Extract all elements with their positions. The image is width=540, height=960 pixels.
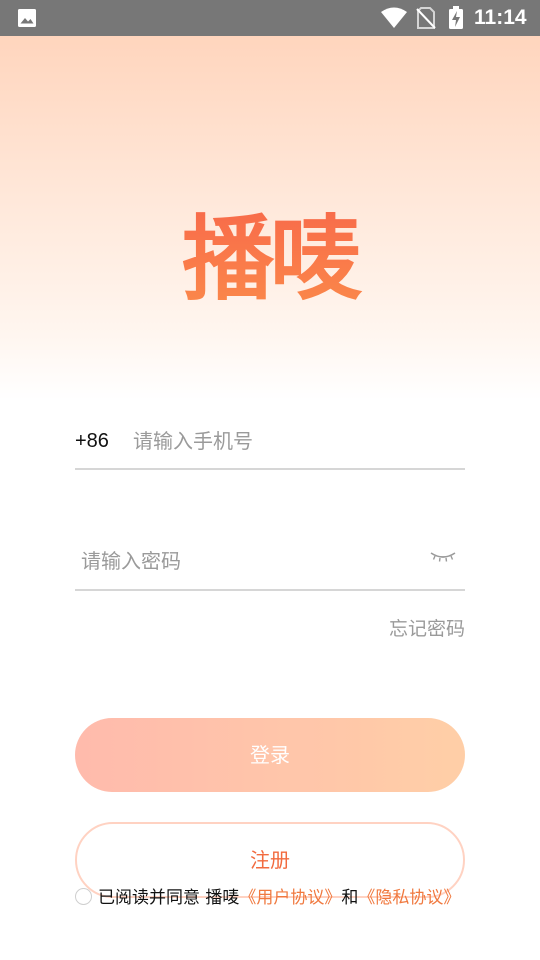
user-agreement-link[interactable]: 《用户协议》 xyxy=(239,888,341,908)
phone-field: +86 xyxy=(75,416,465,470)
photo-icon xyxy=(18,9,36,27)
eye-closed-icon[interactable] xyxy=(429,550,457,564)
login-button[interactable]: 登录 xyxy=(75,718,465,792)
status-bar: 11:14 xyxy=(0,0,540,36)
privacy-policy-link[interactable]: 《隐私协议》 xyxy=(358,888,460,908)
agreement-checkbox[interactable] xyxy=(75,888,92,905)
sim-off-icon xyxy=(416,7,436,29)
forgot-password-link[interactable]: 忘记密码 xyxy=(389,616,465,642)
agreement-row: 已阅读并同意 播唛《用户协议》和《隐私协议》 xyxy=(75,884,535,912)
country-code-selector[interactable]: +86 xyxy=(75,428,109,454)
phone-input[interactable] xyxy=(133,427,453,455)
battery-charging-icon xyxy=(449,6,463,29)
password-input[interactable] xyxy=(81,547,411,575)
password-field xyxy=(75,536,465,591)
app-logo: 播唛 xyxy=(170,205,370,315)
agreement-conjunction: 和 xyxy=(341,888,359,908)
wifi-icon xyxy=(381,7,407,28)
agreement-prefix: 已阅读并同意 播唛 xyxy=(98,888,240,908)
status-time: 11:14 xyxy=(474,6,527,29)
